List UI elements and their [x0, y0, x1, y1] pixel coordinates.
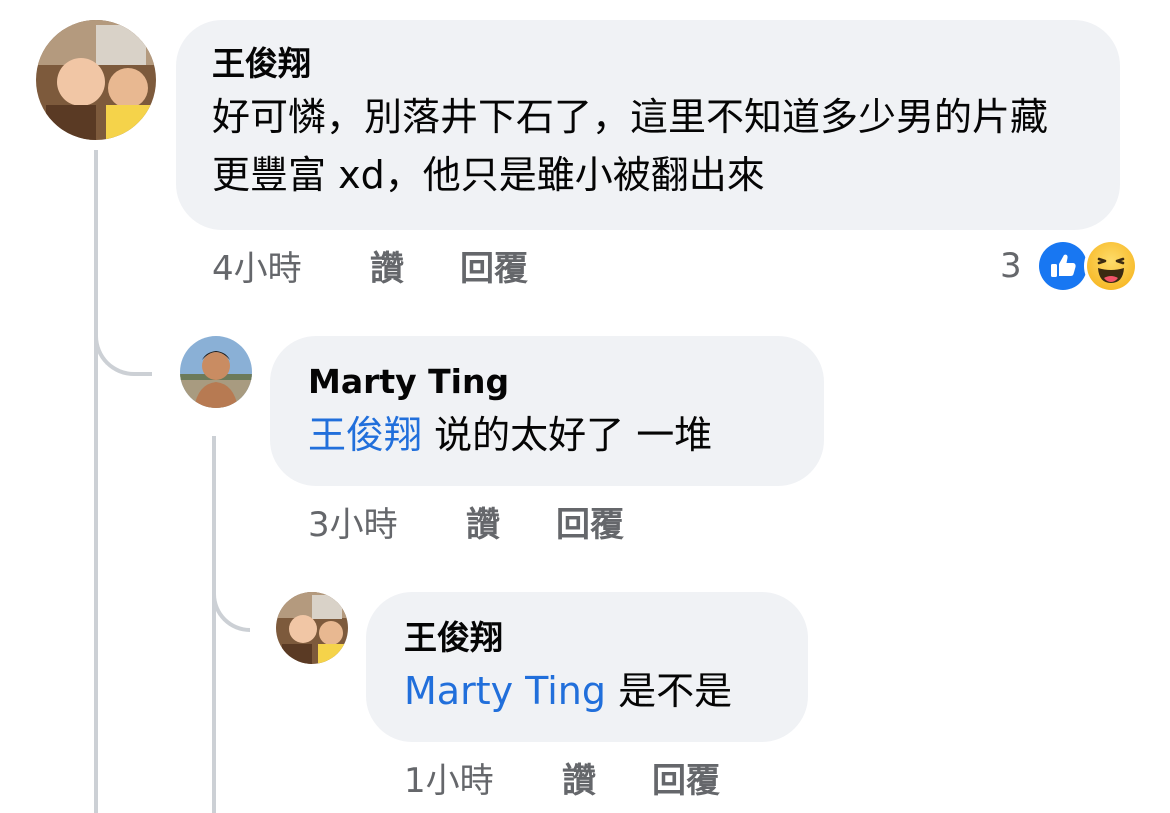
comment-author[interactable]: 王俊翔	[404, 618, 772, 658]
comment-text-line: 王俊翔 说的太好了 一堆	[308, 406, 788, 464]
comment-author[interactable]: 王俊翔	[212, 44, 1082, 84]
thread-line-main	[94, 150, 98, 813]
mention-link[interactable]: Marty Ting	[404, 669, 606, 713]
like-button[interactable]: 讚	[562, 761, 596, 801]
like-icon	[1036, 239, 1090, 293]
like-button[interactable]: 讚	[370, 249, 404, 289]
reply-button[interactable]: 回覆	[556, 505, 624, 545]
comment-bubble: 王俊翔 Marty Ting 是不是	[366, 592, 808, 742]
thread-connector-reply-1	[94, 300, 152, 376]
haha-icon	[1084, 239, 1138, 293]
comment-author[interactable]: Marty Ting	[308, 362, 788, 402]
like-button[interactable]: 讚	[466, 505, 500, 545]
reply-button[interactable]: 回覆	[460, 249, 528, 289]
reaction-count: 3	[1000, 246, 1022, 286]
comment-text-line: Marty Ting 是不是	[404, 662, 772, 720]
mention-link[interactable]: 王俊翔	[308, 413, 422, 457]
comment-actions: 3小時 讚 回覆	[308, 505, 668, 545]
comment-text: 好可憐，別落井下石了，這里不知道多少男的片藏更豐富 xd，他只是雖小被翻出來	[212, 95, 1049, 197]
comment-text: 是不是	[618, 669, 733, 713]
comment-time[interactable]: 4小時	[212, 249, 302, 289]
thread-connector-reply-2	[212, 560, 250, 632]
reply-button[interactable]: 回覆	[652, 761, 720, 801]
comment-actions: 4小時 讚 回覆	[212, 249, 572, 289]
reaction-summary[interactable]: 3	[1000, 239, 1140, 293]
avatar[interactable]	[36, 20, 156, 140]
comment-bubble: Marty Ting 王俊翔 说的太好了 一堆	[270, 336, 824, 486]
comment-actions: 1小時 讚 回覆	[404, 761, 764, 801]
comment-time[interactable]: 1小時	[404, 761, 494, 801]
comment-text: 说的太好了 一堆	[434, 413, 713, 457]
thread-line-reply	[212, 436, 216, 813]
avatar[interactable]	[276, 592, 348, 664]
avatar[interactable]	[180, 336, 252, 408]
comment-time[interactable]: 3小時	[308, 505, 398, 545]
comment-bubble: 王俊翔 好可憐，別落井下石了，這里不知道多少男的片藏更豐富 xd，他只是雖小被翻…	[176, 20, 1120, 230]
